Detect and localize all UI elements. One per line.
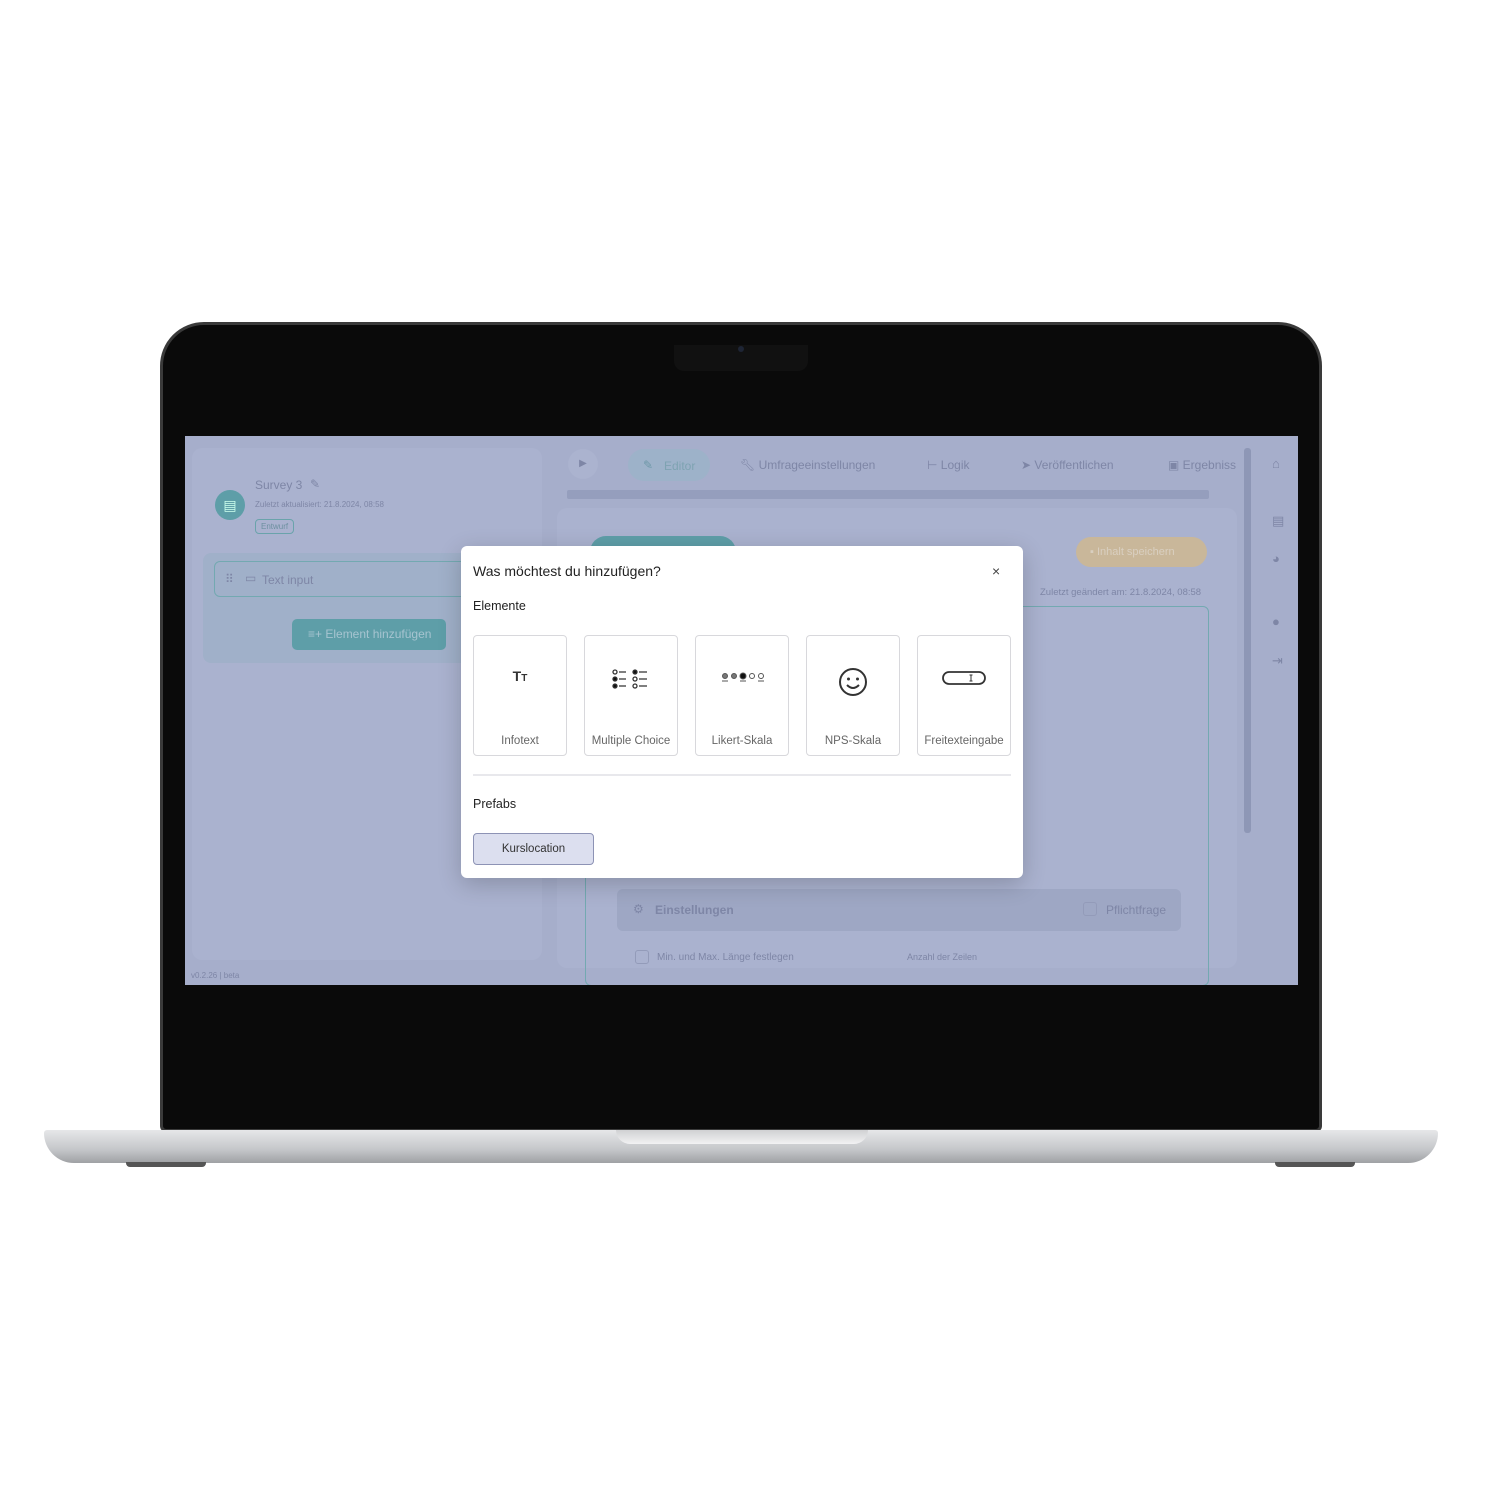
prefabs-heading: Prefabs — [473, 797, 517, 811]
divider — [473, 774, 1011, 776]
element-card-nps[interactable]: NPS-Skala — [806, 635, 900, 756]
dialog-title: Was möchtest du hinzufügen? — [473, 563, 661, 579]
item-label: Text input — [262, 573, 314, 587]
version-text: v0.2.26 | beta — [191, 971, 240, 980]
branch-icon: ⊢ — [927, 458, 941, 472]
documents-icon[interactable]: ▤ — [1272, 513, 1284, 529]
home-icon[interactable]: ⌂ — [1272, 456, 1280, 471]
camera-icon — [738, 346, 744, 352]
tab-logik[interactable]: ⊢ Logik — [927, 456, 969, 474]
likert-icon — [696, 668, 788, 698]
element-card-multiple-choice[interactable]: Multiple Choice — [584, 635, 678, 756]
text-field-icon — [918, 668, 1010, 698]
updated-text: Zuletzt aktualisiert: 21.8.2024, 08:58 — [255, 500, 384, 509]
text-input-icon: ▭ — [245, 571, 257, 585]
tabs-scrollbar[interactable] — [567, 490, 1209, 499]
main-scrollbar[interactable] — [1244, 448, 1251, 833]
last-changed-text: Zuletzt geändert am: 21.8.2024, 08:58 — [1040, 587, 1202, 598]
minmax-checkbox[interactable] — [635, 950, 649, 964]
tab-editor[interactable]: ✎ Editor — [628, 449, 710, 481]
add-element-button[interactable]: ≡+ Element hinzufügen — [292, 619, 446, 650]
required-checkbox[interactable] — [1083, 902, 1097, 916]
send-icon: ➤ — [1021, 458, 1035, 472]
tab-ergebnisse[interactable]: ▣ Ergebniss — [1168, 456, 1236, 474]
elements-heading: Elemente — [473, 599, 526, 613]
smiley-icon — [807, 666, 899, 696]
edit-title-icon[interactable]: ✎ — [310, 477, 320, 491]
save-content-button[interactable]: ▪ Inhalt speichern — [1076, 537, 1207, 567]
tab-veroeffentlichen[interactable]: ➤ Veröffentlichen — [1021, 456, 1114, 474]
element-card-likert[interactable]: Likert-Skala — [695, 635, 789, 756]
rows-label: Anzahl der Zeilen — [907, 952, 978, 962]
laptop-lip — [616, 1130, 868, 1144]
save-icon: ▪ — [1090, 546, 1097, 558]
add-element-dialog: Was möchtest du hinzufügen? × Elemente T… — [461, 546, 1023, 878]
pie-chart-icon[interactable]: ◕ — [1272, 551, 1280, 566]
multiple-choice-icon — [585, 668, 677, 698]
wrench-icon: 🔧︎ — [740, 458, 759, 472]
logout-icon[interactable]: ⇥ — [1272, 653, 1283, 669]
survey-icon: ▤ — [215, 490, 245, 520]
list-item-text-input[interactable]: ⠿ ▭ Text input — [214, 561, 474, 597]
chart-icon: ▣ — [1168, 458, 1183, 472]
status-badge: Entwurf — [255, 519, 295, 534]
text-icon: TT — [512, 668, 528, 684]
add-list-icon: ≡+ — [308, 627, 326, 641]
prefab-kurslocation-button[interactable]: Kurslocation — [473, 833, 594, 865]
drag-handle-icon[interactable]: ⠿ — [225, 572, 234, 586]
user-icon[interactable]: ● — [1272, 614, 1280, 629]
laptop-foot — [1275, 1162, 1355, 1167]
minmax-label: Min. und Max. Länge festlegen — [657, 952, 794, 963]
pencil-icon: ✎ — [643, 458, 654, 472]
preview-play-button[interactable]: ▶ — [568, 449, 598, 479]
gear-icon: ⚙ — [633, 902, 644, 916]
settings-header[interactable]: ⚙ Einstellungen Pflichtfrage — [617, 889, 1181, 931]
survey-title[interactable]: Survey 3 — [255, 478, 302, 492]
laptop-foot — [126, 1162, 206, 1167]
close-button[interactable]: × — [992, 563, 1000, 579]
tab-umfrageeinstellungen[interactable]: 🔧︎ Umfrageeinstellungen — [740, 456, 875, 474]
element-card-freitext[interactable]: Freitexteingabe — [917, 635, 1011, 756]
element-card-infotext[interactable]: TT Infotext — [473, 635, 567, 756]
